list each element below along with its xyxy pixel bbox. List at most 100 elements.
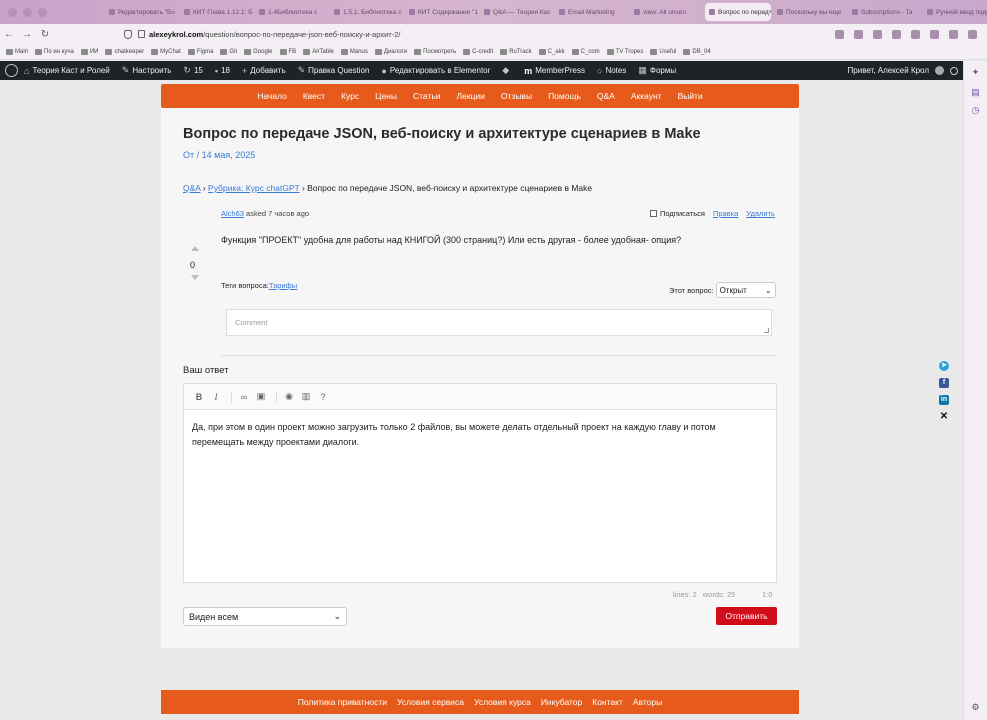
window-controls[interactable] [0, 7, 55, 17]
subscribe-checkbox[interactable] [650, 210, 657, 217]
submit-button[interactable]: Отправить [716, 607, 777, 625]
preview-eye-icon[interactable]: ◉ [282, 391, 296, 402]
subscribe-label[interactable]: Подписаться [660, 209, 705, 218]
extension-icon[interactable] [949, 29, 958, 39]
browser-tab[interactable]: Вопрос по перед × [705, 3, 771, 21]
admin-greeting[interactable]: Привет, Алексей Крол [848, 66, 929, 75]
visibility-select[interactable]: Виден всем ⌄ [183, 607, 347, 626]
bookmark-item[interactable]: Google [244, 48, 273, 55]
extension-icon[interactable] [854, 29, 863, 39]
browser-tab[interactable]: Ручной ввод подпи [923, 3, 987, 21]
bookmark-panel-icon[interactable]: ▤ [971, 88, 980, 97]
browser-tab[interactable]: Email Marketing [555, 3, 628, 21]
browser-tab[interactable]: view: All unsen [630, 3, 703, 21]
bookmark-item[interactable]: MyChat [151, 48, 181, 55]
browser-tab[interactable]: КИТ Содержание "1 [405, 3, 478, 21]
admin-diamond[interactable]: ◆ [502, 65, 512, 76]
bookmark-item[interactable]: По ин куча [35, 48, 74, 55]
help-icon[interactable]: ? [316, 392, 330, 402]
close-tab-icon[interactable]: × [769, 9, 771, 16]
footer-link[interactable]: Контакт [592, 697, 623, 707]
bookmark-item[interactable]: ИИ [80, 48, 98, 55]
italic-icon[interactable]: I [209, 392, 223, 402]
footer-link[interactable]: Политика приватности [298, 697, 387, 707]
bookmark-item[interactable]: C_akk [538, 48, 565, 55]
link-icon[interactable]: ∞ [237, 392, 251, 402]
linkedin-icon[interactable]: in [939, 395, 949, 405]
extension-icon[interactable] [873, 29, 882, 39]
bookmark-item[interactable]: Figma [187, 48, 213, 55]
bookmark-item[interactable]: C-credit [463, 48, 493, 55]
extension-icon[interactable] [892, 29, 901, 39]
history-icon[interactable]: ◷ [971, 106, 980, 115]
bookmark-item[interactable]: Manus [340, 48, 368, 55]
admin-customize[interactable]: ✎ Настроить [122, 65, 172, 76]
vote-down-icon[interactable] [191, 275, 199, 280]
browser-tab[interactable]: Редактировать "Бо [105, 3, 178, 21]
bookmark-item[interactable]: Git [220, 48, 237, 55]
resize-handle-icon[interactable] [764, 328, 769, 333]
search-icon[interactable] [950, 66, 958, 75]
reload-icon[interactable]: ↻ [36, 29, 54, 40]
nav-item[interactable]: Квест [303, 91, 325, 101]
breadcrumb-category-link[interactable]: Рубрика: Курс chatGPT [208, 183, 300, 193]
forward-icon[interactable]: → [18, 29, 36, 40]
browser-tab[interactable]: КИТ Глава 1.12.1: Бо [180, 3, 253, 21]
tag-link[interactable]: Тарифы [269, 281, 297, 290]
wordpress-logo-icon[interactable] [5, 64, 18, 77]
browser-tab[interactable]: Поскольку вы ище [773, 3, 846, 21]
bookmark-item[interactable]: Useful [650, 48, 676, 55]
delete-link[interactable]: Удалить [746, 209, 775, 218]
browser-tab[interactable]: Q&A — Теория Кас [480, 3, 553, 21]
nav-item[interactable]: Отзывы [501, 91, 532, 101]
vote-up-icon[interactable] [191, 246, 199, 251]
bookmark-item[interactable]: Main [6, 48, 28, 55]
admin-forms[interactable]: ▦ Формы [638, 65, 676, 76]
facebook-icon[interactable]: f [939, 378, 949, 388]
admin-updates[interactable]: ↻ 15 [183, 65, 202, 76]
bookmark-item[interactable]: TV Tropes [606, 48, 643, 55]
admin-add-new[interactable]: + Добавить [242, 66, 286, 76]
settings-icon[interactable]: ⚙ [971, 703, 980, 712]
bookmark-item[interactable]: Посмотреть [414, 48, 456, 55]
admin-edit-question[interactable]: ✎ Правка Question [298, 65, 370, 76]
bookmark-item[interactable]: FB [279, 48, 296, 55]
admin-comments[interactable]: ▪ 18 [215, 66, 230, 76]
user-avatar-icon[interactable] [935, 66, 944, 75]
extension-icon[interactable] [835, 29, 844, 39]
browser-tab[interactable]: Subscriptions - Ta [848, 3, 921, 21]
back-icon[interactable]: ← [0, 29, 18, 40]
footer-link[interactable]: Авторы [633, 697, 662, 707]
extension-icon[interactable] [968, 29, 977, 39]
sparkle-icon[interactable]: ✦ [971, 68, 980, 77]
nav-item[interactable]: Аккаунт [631, 91, 662, 101]
telegram-icon[interactable]: ➤ [939, 361, 949, 371]
nav-item[interactable]: Помощь [548, 91, 581, 101]
nav-item[interactable]: Лекции [457, 91, 485, 101]
breadcrumb-qa-link[interactable]: Q&A [183, 183, 200, 193]
split-view-icon[interactable]: ▥ [299, 391, 313, 402]
admin-notes[interactable]: ○ Notes [597, 66, 626, 76]
browser-tab[interactable]: 1.4Библиотека с [255, 3, 328, 21]
bookmark-item[interactable]: C_com [571, 48, 600, 55]
admin-elementor[interactable]: ● Редактировать в Elementor [381, 66, 490, 76]
nav-item[interactable]: Начало [257, 91, 287, 101]
footer-link[interactable]: Условия курса [474, 697, 531, 707]
admin-site-name[interactable]: ⌂ Теория Каст и Ролей [24, 66, 110, 76]
bookmark-item[interactable]: DB_04 [683, 48, 711, 55]
bookmark-item[interactable]: chatkeeper [105, 48, 144, 55]
nav-item[interactable]: Статьи [413, 91, 441, 101]
footer-link[interactable]: Условия сервиса [397, 697, 464, 707]
bold-icon[interactable]: B [192, 392, 206, 402]
footer-link[interactable]: Инкубатор [541, 697, 582, 707]
comment-input[interactable]: Comment [226, 309, 772, 336]
nav-item[interactable]: Q&A [597, 91, 615, 101]
bookmark-item[interactable]: Диалоги [374, 48, 407, 55]
bookmark-item[interactable]: RuTrack [500, 48, 532, 55]
answer-textarea[interactable]: Да, при этом в один проект можно загрузи… [184, 410, 776, 460]
status-select[interactable]: Открыт ⌄ [715, 282, 776, 298]
nav-item[interactable]: Цены [375, 91, 397, 101]
admin-memberpress[interactable]: m MemberPress [524, 66, 585, 76]
nav-item[interactable]: Выйти [678, 91, 703, 101]
edit-link[interactable]: Правка [713, 209, 738, 218]
